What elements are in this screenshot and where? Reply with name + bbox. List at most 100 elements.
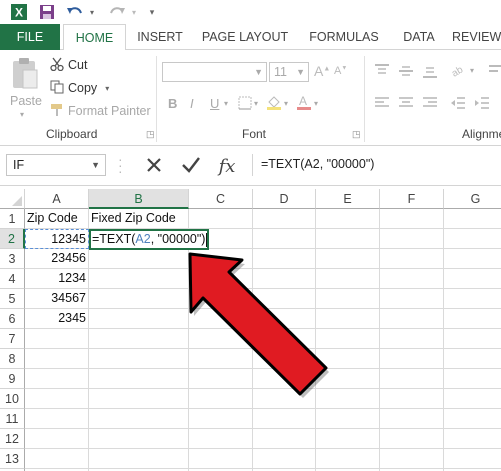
grid-cell[interactable] — [380, 269, 444, 289]
grid-cell[interactable] — [380, 389, 444, 409]
grid-cell[interactable] — [316, 369, 380, 389]
row-header-3[interactable]: 3 — [0, 249, 25, 269]
grid-cell[interactable] — [316, 309, 380, 329]
grid-cell[interactable] — [189, 429, 253, 449]
grid-cell[interactable] — [316, 289, 380, 309]
grid-cell[interactable] — [25, 369, 89, 389]
select-all-button[interactable] — [0, 189, 25, 209]
grid-cell[interactable] — [380, 329, 444, 349]
row-header-2[interactable]: 2 — [0, 229, 25, 249]
grid-cell[interactable] — [380, 449, 444, 469]
grid-cell[interactable] — [316, 209, 380, 229]
row-header-4[interactable]: 4 — [0, 269, 25, 289]
customize-toolbar-icon[interactable]: ▾ — [146, 1, 158, 23]
align-bottom-icon[interactable] — [422, 64, 438, 81]
tab-data[interactable]: DATA — [394, 24, 444, 50]
grid-cell[interactable] — [380, 429, 444, 449]
grid-cell[interactable] — [444, 369, 501, 389]
grid-cell[interactable] — [189, 289, 253, 309]
grid-cell[interactable] — [380, 249, 444, 269]
format-painter-button[interactable]: Format Painter — [50, 102, 151, 120]
tab-page-layout[interactable]: PAGE LAYOUT — [196, 24, 294, 50]
column-header-e[interactable]: E — [316, 189, 380, 209]
borders-dropdown-icon[interactable]: ▾ — [254, 99, 258, 108]
fill-color-dropdown-icon[interactable]: ▾ — [284, 99, 288, 108]
paste-button[interactable]: Paste ▾ — [6, 54, 44, 120]
font-color-icon[interactable]: A — [296, 94, 312, 113]
grid-cell[interactable] — [189, 369, 253, 389]
grid-cell[interactable] — [189, 209, 253, 229]
align-left-icon[interactable] — [374, 96, 390, 113]
grid-cell[interactable] — [444, 209, 501, 229]
grid-cell[interactable] — [444, 409, 501, 429]
column-header-f[interactable]: F — [380, 189, 444, 209]
grid-cell[interactable] — [380, 349, 444, 369]
grid-cell[interactable] — [380, 409, 444, 429]
grid-cell[interactable] — [89, 289, 189, 309]
grid-cell[interactable] — [253, 289, 316, 309]
cell-a6[interactable]: 2345 — [25, 309, 89, 329]
grid-cell[interactable] — [89, 249, 189, 269]
grid-cell[interactable] — [25, 329, 89, 349]
grid-cell[interactable] — [253, 429, 316, 449]
row-header-10[interactable]: 10 — [0, 389, 25, 409]
cancel-button[interactable] — [141, 153, 167, 179]
grid-cell[interactable] — [189, 409, 253, 429]
grid-cell[interactable] — [444, 269, 501, 289]
tab-file[interactable]: FILE — [0, 24, 60, 50]
grid-cell[interactable] — [253, 269, 316, 289]
align-middle-icon[interactable] — [398, 64, 414, 81]
grid-cell[interactable] — [316, 329, 380, 349]
grid-cell[interactable] — [316, 229, 380, 249]
borders-icon[interactable] — [238, 96, 252, 113]
row-header-7[interactable]: 7 — [0, 329, 25, 349]
cell-b2-editor[interactable]: =TEXT(A2, "00000") — [89, 229, 209, 250]
grid-cell[interactable] — [316, 349, 380, 369]
grid-cell[interactable] — [89, 409, 189, 429]
row-header-8[interactable]: 8 — [0, 349, 25, 369]
column-header-a[interactable]: A — [25, 189, 89, 209]
redo-dropdown-icon[interactable]: ▾ — [128, 1, 140, 23]
increase-indent-icon[interactable] — [474, 96, 490, 113]
grid-cell[interactable] — [253, 309, 316, 329]
grid-cell[interactable] — [253, 409, 316, 429]
cut-button[interactable]: Cut — [50, 56, 87, 74]
tab-insert[interactable]: INSERT — [130, 24, 190, 50]
tab-formulas[interactable]: FORMULAS — [304, 24, 384, 50]
redo-icon[interactable] — [106, 1, 128, 23]
cell-a4[interactable]: 1234 — [25, 269, 89, 289]
align-center-icon[interactable] — [398, 96, 414, 113]
orientation-icon[interactable]: ab — [450, 62, 468, 81]
grid-cell[interactable] — [89, 349, 189, 369]
cell-a1[interactable]: Zip Code — [25, 209, 89, 229]
grid-cell[interactable] — [89, 369, 189, 389]
save-icon[interactable] — [36, 1, 58, 23]
grid-cell[interactable] — [25, 389, 89, 409]
font-name-select[interactable]: ▼ — [162, 62, 267, 82]
grid-cell[interactable] — [380, 369, 444, 389]
tab-review[interactable]: REVIEW — [452, 24, 501, 50]
cell-b1[interactable]: Fixed Zip Code — [89, 209, 189, 229]
grid-cell[interactable] — [380, 289, 444, 309]
grid-cell[interactable] — [89, 429, 189, 449]
insert-function-button[interactable]: fx — [214, 153, 240, 179]
row-header-12[interactable]: 12 — [0, 429, 25, 449]
column-header-b[interactable]: B — [89, 189, 189, 209]
grid-cell[interactable] — [444, 349, 501, 369]
grid-cell[interactable] — [253, 209, 316, 229]
formula-input[interactable]: =TEXT(A2, "00000") — [252, 154, 501, 176]
font-launcher-icon[interactable]: ◳ — [352, 129, 361, 140]
enter-button[interactable] — [178, 153, 204, 179]
align-right-icon[interactable] — [422, 96, 438, 113]
grid-cell[interactable] — [444, 329, 501, 349]
grid-cell[interactable] — [253, 329, 316, 349]
underline-button[interactable]: U — [210, 96, 219, 111]
grid-cell[interactable] — [444, 389, 501, 409]
grid-cell[interactable] — [253, 229, 316, 249]
grow-font-button[interactable]: A▲ — [314, 63, 330, 79]
font-color-dropdown-icon[interactable]: ▾ — [314, 99, 318, 108]
grid-cell[interactable] — [380, 229, 444, 249]
row-header-6[interactable]: 6 — [0, 309, 25, 329]
wrap-text-icon[interactable] — [488, 64, 501, 81]
orientation-dropdown-icon[interactable]: ▾ — [470, 66, 474, 75]
